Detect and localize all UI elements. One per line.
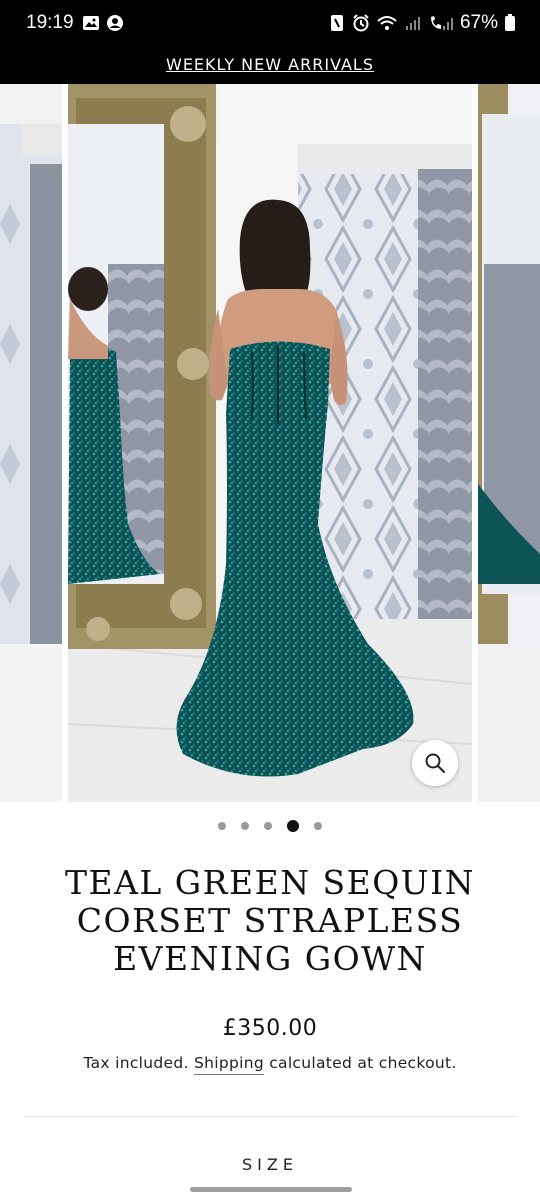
product-title-line-2: CORSET STRAPLESS [76,901,464,940]
size-label: SIZE [242,1155,298,1174]
status-system-icons: 67% [328,12,516,34]
product-price: £350.00 [222,1016,318,1041]
product-title-line-3: EVENING GOWN [113,939,427,978]
shipping-rest-text: calculated at checkout. [269,1054,457,1072]
main-product-image[interactable] [68,84,472,802]
call-signal-icon [430,16,453,30]
gallery-dot-2[interactable] [241,822,249,830]
product-title: TEAL GREEN SEQUIN CORSET STRAPLESS EVENI… [30,864,510,978]
alarm-icon [353,14,369,32]
zoom-button[interactable] [412,740,458,786]
weekly-new-arrivals-link[interactable]: WEEKLY NEW ARRIVALS [166,55,374,74]
tax-text: Tax included. [83,1054,189,1072]
battery-icon [505,14,515,31]
status-time: 19:19 [26,12,74,33]
user-circle-icon [107,15,123,31]
gallery-pagination [0,820,540,832]
next-slide-image[interactable] [478,84,540,802]
gallery-dot-3[interactable] [264,822,272,830]
search-icon [425,753,445,773]
nfc-icon [330,15,343,31]
gallery-dot-1[interactable] [218,822,226,830]
signal-icon [405,17,420,30]
shipping-link[interactable]: Shipping [193,1054,264,1075]
wifi-icon [377,16,397,30]
announcement-bar: WEEKLY NEW ARRIVALS [0,48,540,84]
product-image-gallery[interactable] [0,84,540,804]
gallery-dot-5[interactable] [314,822,322,830]
product-title-line-1: TEAL GREEN SEQUIN [64,863,476,902]
gallery-dot-4-active[interactable] [287,820,299,832]
battery-percent: 67% [459,12,498,33]
status-notification-icons [82,14,124,32]
home-indicator[interactable] [190,1187,352,1192]
status-bar: 19:19 67% [0,0,540,48]
previous-slide-image[interactable] [0,84,62,802]
tax-shipping-note: Tax included. Shipping calculated at che… [0,1054,540,1075]
section-divider [24,1116,516,1117]
gallery-icon [83,16,99,30]
